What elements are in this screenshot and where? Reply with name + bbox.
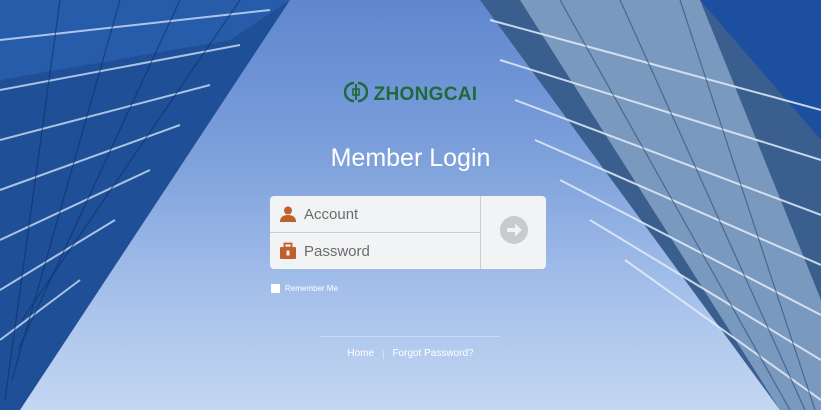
arrow-right-icon xyxy=(499,215,529,250)
page-title: Member Login xyxy=(330,144,491,172)
brand-name: ZHONGCAI xyxy=(373,83,478,105)
remember-me-label: Remember Me xyxy=(285,284,338,293)
home-link[interactable]: Home xyxy=(347,348,374,359)
login-page: ZHONGCAI Member Login Account Remember M… xyxy=(0,0,821,410)
login-submit-button[interactable] xyxy=(481,196,546,269)
briefcase-icon xyxy=(278,241,298,261)
login-form xyxy=(270,196,546,269)
brand-mark-icon xyxy=(343,80,368,109)
footer-divider xyxy=(320,336,500,337)
password-input[interactable] xyxy=(304,242,464,260)
remember-me[interactable]: Remember Me xyxy=(271,284,338,293)
account-field xyxy=(270,196,480,233)
footer-links: Home | Forgot Password? xyxy=(0,348,821,359)
remember-me-checkbox[interactable] xyxy=(271,284,280,293)
account-input[interactable] xyxy=(304,205,464,223)
brand-logo: ZHONGCAI xyxy=(0,80,821,109)
user-icon xyxy=(278,204,298,224)
password-field xyxy=(270,233,480,269)
forgot-password-link[interactable]: Forgot Password? xyxy=(392,348,473,359)
footer-separator: | xyxy=(382,348,385,359)
